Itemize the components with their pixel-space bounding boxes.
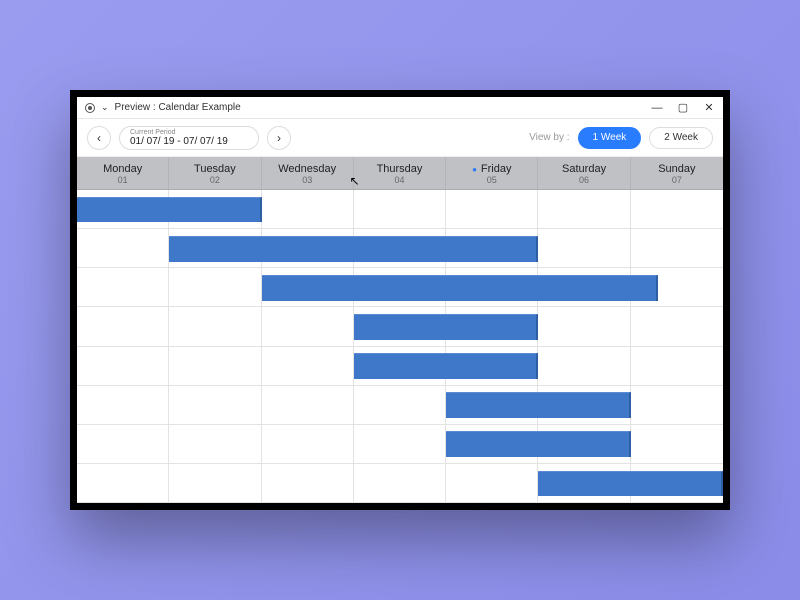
day-number: 02 [169,175,260,185]
day-number: 07 [631,175,723,185]
day-column: Monday01 [77,157,169,189]
event-bar[interactable] [538,471,723,497]
view-1week-button[interactable]: 1 Week [578,127,642,149]
day-number: 01 [77,175,168,185]
day-number: 03 [262,175,353,185]
day-name: Saturday [538,163,629,175]
close-button[interactable]: ✕ [703,102,715,114]
event-bar[interactable] [354,314,539,340]
window-title: Preview : Calendar Example [115,102,241,113]
period-value: 01/ 07/ 19 - 07/ 07/ 19 [130,136,248,148]
event-bar[interactable] [169,236,538,262]
minimize-button[interactable]: — [651,102,663,114]
calendar-grid: ↖ [77,190,723,503]
day-header: Monday01Tuesday02Wednesday03Thursday04Fr… [77,157,723,190]
event-bar[interactable] [262,275,659,301]
day-name: Wednesday [262,163,353,175]
day-number: 06 [538,175,629,185]
event-bar[interactable] [77,197,262,223]
toolbar: ‹ Current Period 01/ 07/ 19 - 07/ 07/ 19… [77,119,723,157]
app-window: ⌄ Preview : Calendar Example — ▢ ✕ ‹ Cur… [70,90,730,510]
day-name: Tuesday [169,163,260,175]
prev-period-button[interactable]: ‹ [87,126,111,150]
chevron-down-icon[interactable]: ⌄ [101,102,109,113]
view-2week-button[interactable]: 2 Week [649,127,713,149]
day-name: Thursday [354,163,445,175]
day-column: Wednesday03 [262,157,354,189]
maximize-button[interactable]: ▢ [677,102,689,114]
day-column: Friday05 [446,157,538,189]
day-column: Saturday06 [538,157,630,189]
event-bar[interactable] [446,431,631,457]
day-column: Thursday04 [354,157,446,189]
period-label: Current Period [130,129,248,136]
day-number: 05 [446,175,537,185]
day-name: Monday [77,163,168,175]
titlebar: ⌄ Preview : Calendar Example — ▢ ✕ [77,97,723,119]
period-selector[interactable]: Current Period 01/ 07/ 19 - 07/ 07/ 19 [119,126,259,150]
event-bar[interactable] [354,353,539,379]
day-name: Sunday [631,163,723,175]
event-bar[interactable] [446,392,631,418]
day-column: Tuesday02 [169,157,261,189]
record-icon [85,103,95,113]
day-column: Sunday07 [631,157,723,189]
viewby-label: View by : [529,132,569,143]
day-name: Friday [446,163,537,175]
next-period-button[interactable]: › [267,126,291,150]
day-number: 04 [354,175,445,185]
